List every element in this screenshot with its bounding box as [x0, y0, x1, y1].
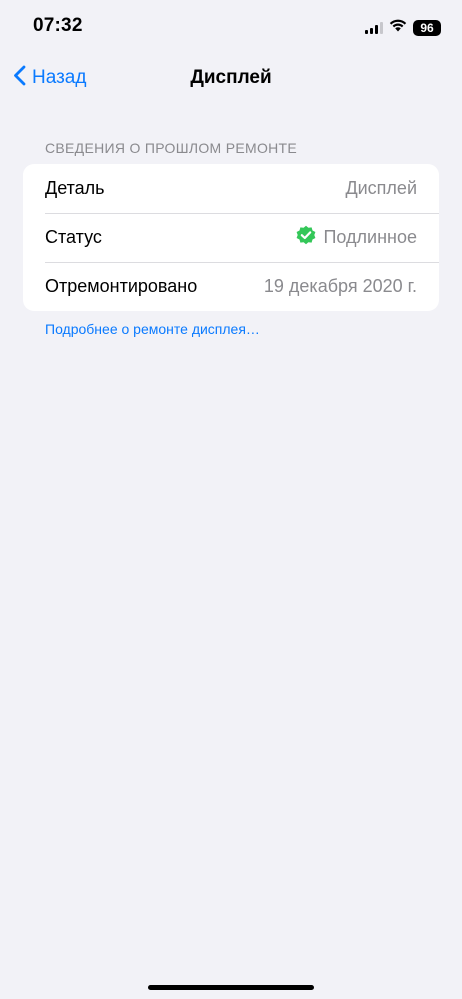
wifi-icon — [389, 19, 407, 37]
status-bar: 07:32 96 — [0, 0, 462, 54]
battery-icon: 96 — [413, 20, 441, 36]
status-value: Подлинное — [295, 224, 417, 251]
home-indicator — [148, 985, 314, 990]
row-value: 19 декабря 2020 г. — [263, 276, 417, 296]
learn-more-link[interactable]: Подробнее о ремонте дисплея… — [45, 321, 260, 337]
section-header: СВЕДЕНИЯ О ПРОШЛОМ РЕМОНТЕ — [45, 140, 298, 156]
row-label: Деталь — [45, 178, 105, 198]
row-part: Деталь Дисплей — [23, 164, 439, 213]
navigation-bar: Назад Дисплей — [0, 58, 462, 98]
row-repaired-date: Отремонтировано 19 декабря 2020 г. — [23, 262, 439, 311]
cellular-signal-icon — [365, 22, 383, 34]
verified-check-icon — [295, 224, 317, 251]
row-status: Статус Подлинное — [23, 213, 439, 262]
row-value: Дисплей — [345, 178, 417, 198]
status-text: Подлинное — [323, 227, 417, 247]
row-label: Статус — [45, 227, 102, 247]
status-icons: 96 — [365, 19, 441, 37]
row-label: Отремонтировано — [45, 276, 198, 296]
repair-info-card: Деталь Дисплей Статус Подлинное Отремонт… — [23, 164, 439, 311]
page-title: Дисплей — [190, 67, 272, 88]
status-time: 07:32 — [33, 15, 83, 36]
